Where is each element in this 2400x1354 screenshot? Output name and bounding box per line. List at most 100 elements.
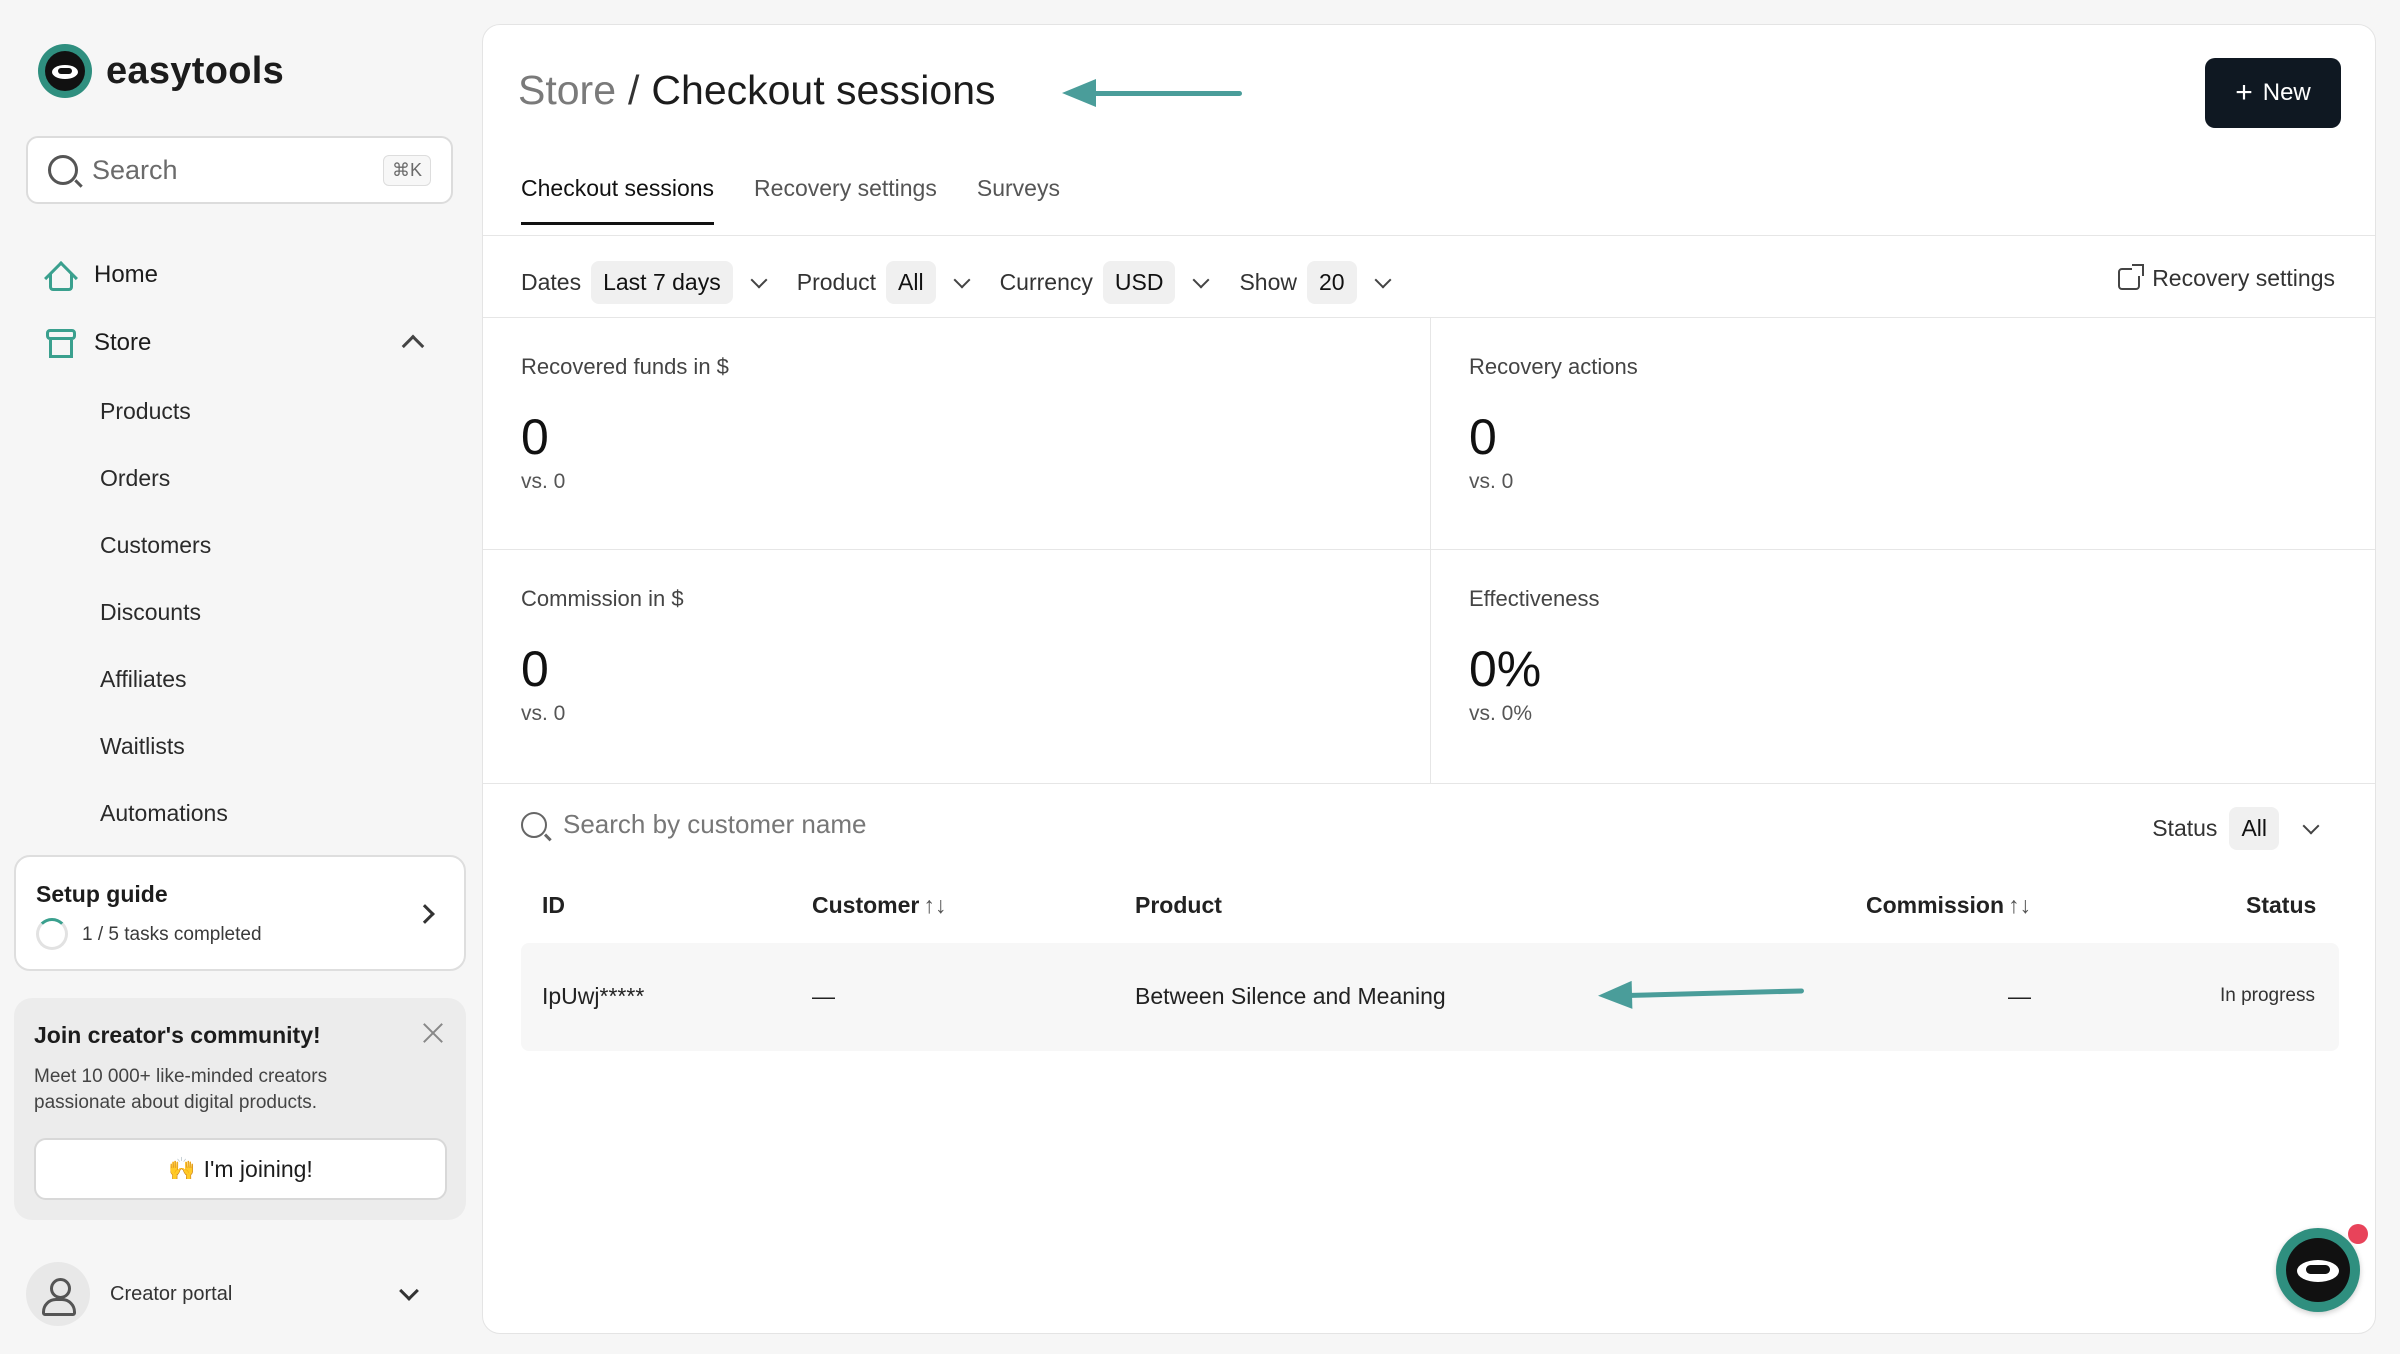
chevron-up-icon[interactable] xyxy=(401,334,425,358)
cell-status-badge: In progress xyxy=(2219,985,2315,1006)
sidebar: easytools Search ⌘K Home Store Products … xyxy=(0,0,470,1354)
tab-checkout-sessions[interactable]: Checkout sessions xyxy=(521,175,715,225)
recovery-settings-link[interactable]: Recovery settings xyxy=(2118,263,2335,292)
sidebar-item-store[interactable]: Store xyxy=(44,326,151,360)
creator-portal-label: Creator portal xyxy=(110,1282,233,1305)
dates-filter-select[interactable]: Last 7 days xyxy=(591,261,733,304)
sidebar-subitem-discounts[interactable]: Discounts xyxy=(100,599,201,626)
stats-divider-horizontal xyxy=(483,549,2375,550)
tabs-divider xyxy=(483,235,2375,236)
plus-icon: + xyxy=(2235,76,2253,109)
column-header-label: Commission xyxy=(1866,892,2005,918)
sidebar-subitem-customers[interactable]: Customers xyxy=(100,532,211,559)
new-button[interactable]: + New xyxy=(2205,58,2341,128)
search-icon xyxy=(48,155,78,185)
community-text: Meet 10 000+ like-minded creators passio… xyxy=(34,1066,328,1113)
sidebar-item-home[interactable]: Home xyxy=(44,258,159,295)
cell-product: Between Silence and Meaning xyxy=(1135,983,1446,1009)
filters-bar: Dates Last 7 days Product All Currency U… xyxy=(521,261,1421,304)
stat-value: 0 xyxy=(1469,409,1497,465)
user-avatar-icon xyxy=(26,1262,90,1326)
page-title: Store / Checkout sessions xyxy=(518,67,996,114)
customer-search-placeholder: Search by customer name xyxy=(563,809,867,839)
cell-id: IpUwj***** xyxy=(542,983,645,1009)
column-header-commission[interactable]: Commission ↑↓ xyxy=(1866,892,2031,919)
join-community-button[interactable]: 🙌 I'm joining! xyxy=(34,1138,447,1200)
sidebar-subitem-automations[interactable]: Automations xyxy=(100,800,228,827)
close-icon[interactable] xyxy=(420,1020,446,1046)
recovery-settings-link-label: Recovery settings xyxy=(2152,265,2335,291)
search-icon xyxy=(521,811,547,838)
join-button-label: I'm joining! xyxy=(203,1155,313,1182)
sort-icon[interactable]: ↑↓ xyxy=(2008,892,2031,918)
status-filter[interactable]: Status All xyxy=(2152,807,2320,850)
sidebar-subitem-affiliates[interactable]: Affiliates xyxy=(100,666,187,693)
stat-value: 0 xyxy=(521,409,549,465)
cell-customer: — xyxy=(812,983,835,1009)
breadcrumb-separator: / xyxy=(628,67,640,113)
column-header-customer[interactable]: Customer ↑↓ xyxy=(812,892,946,919)
sloth-logo-icon xyxy=(38,44,92,98)
store-icon xyxy=(44,326,78,360)
home-icon xyxy=(44,258,78,295)
sidebar-subitem-orders[interactable]: Orders xyxy=(100,465,170,492)
show-filter-label: Show xyxy=(1239,269,1297,295)
currency-filter-select[interactable]: USD xyxy=(1102,261,1176,304)
new-button-label: New xyxy=(2262,79,2311,106)
dates-filter-label: Dates xyxy=(521,269,582,295)
setup-guide-progress: 1 / 5 tasks completed xyxy=(82,924,262,945)
sort-icon[interactable]: ↑↓ xyxy=(923,892,946,918)
annotation-arrow-title xyxy=(1062,79,1242,107)
column-header-product: Product xyxy=(1135,892,1222,918)
community-title: Join creator's community! xyxy=(34,1022,321,1048)
support-chat-button[interactable] xyxy=(2276,1228,2360,1312)
stat-comparison: vs. 0% xyxy=(1469,702,1533,725)
stat-card-recovery-actions: Recovery actions 0 vs. 0 xyxy=(1431,318,2375,550)
stat-label: Recovered funds in $ xyxy=(521,354,729,379)
chevron-down-icon[interactable] xyxy=(1192,271,1210,288)
stat-value: 0% xyxy=(1469,641,1542,697)
tab-surveys[interactable]: Surveys xyxy=(977,175,1060,225)
search-shortcut-badge: ⌘K xyxy=(382,154,431,186)
sidebar-subitem-products[interactable]: Products xyxy=(100,398,191,425)
chevron-down-icon xyxy=(399,1281,419,1301)
chevron-down-icon[interactable] xyxy=(2302,817,2320,834)
stats-divider-vertical xyxy=(1430,318,1431,784)
raised-hands-icon: 🙌 xyxy=(168,1156,196,1181)
creator-portal-switcher[interactable]: Creator portal xyxy=(26,1262,446,1326)
sloth-chat-icon xyxy=(2286,1238,2350,1302)
stats-divider-bottom xyxy=(483,783,2375,784)
global-search[interactable]: Search ⌘K xyxy=(26,136,453,204)
setup-guide-card[interactable]: Setup guide 1 / 5 tasks completed xyxy=(14,855,466,971)
chevron-down-icon[interactable] xyxy=(953,271,971,288)
stat-label: Effectiveness xyxy=(1469,586,1600,611)
product-filter-label: Product xyxy=(796,269,876,295)
column-header-status: Status xyxy=(2246,892,2317,918)
show-filter-select[interactable]: 20 xyxy=(1306,261,1357,304)
external-link-icon xyxy=(2118,263,2145,290)
community-card: Join creator's community! Meet 10 000+ l… xyxy=(14,998,466,1220)
stat-card-commission: Commission in $ 0 vs. 0 xyxy=(483,550,1430,782)
sidebar-subitem-waitlists[interactable]: Waitlists xyxy=(100,733,185,760)
tabs: Checkout sessions Recovery settings Surv… xyxy=(521,175,1060,225)
breadcrumb-store[interactable]: Store xyxy=(518,67,616,114)
tab-recovery-settings[interactable]: Recovery settings xyxy=(754,175,937,225)
notification-dot xyxy=(2348,1224,2368,1244)
chevron-down-icon[interactable] xyxy=(1374,271,1392,288)
search-label: Search xyxy=(92,154,178,185)
setup-guide-title: Setup guide xyxy=(36,881,168,907)
currency-filter-label: Currency xyxy=(999,269,1093,295)
stat-comparison: vs. 0 xyxy=(521,470,566,493)
chevron-down-icon[interactable] xyxy=(750,271,768,288)
stat-label: Recovery actions xyxy=(1469,354,1638,379)
cell-commission: — xyxy=(2008,983,2031,1009)
page-title-text: Checkout sessions xyxy=(651,67,996,113)
column-header-id: ID xyxy=(542,892,565,918)
app-logo[interactable]: easytools xyxy=(38,44,284,98)
customer-search-input[interactable]: Search by customer name xyxy=(521,809,866,840)
stat-value: 0 xyxy=(521,641,549,697)
product-filter-select[interactable]: All xyxy=(886,261,936,304)
status-filter-select[interactable]: All xyxy=(2229,807,2279,850)
app-name: easytools xyxy=(106,49,285,92)
sidebar-item-label: Home xyxy=(94,261,159,288)
